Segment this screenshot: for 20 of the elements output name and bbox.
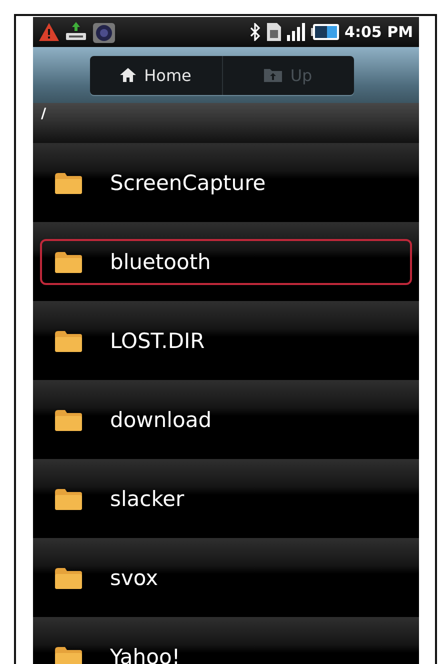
folder-icon — [55, 172, 82, 194]
folder-item[interactable]: bluetooth — [40, 239, 412, 285]
folder-icon — [55, 488, 82, 510]
home-icon — [120, 68, 136, 82]
sim-card-icon — [266, 23, 281, 41]
battery-icon — [310, 24, 339, 40]
usb-icon — [65, 22, 87, 42]
camera-icon — [93, 21, 115, 43]
home-button[interactable]: Home — [90, 56, 222, 94]
folder-icon — [55, 410, 82, 430]
folder-up-icon — [264, 68, 282, 82]
folder-icon — [55, 252, 82, 272]
warning-icon — [39, 23, 59, 41]
signal-icon — [286, 23, 305, 41]
folder-icon — [55, 568, 82, 588]
folder-icon — [55, 646, 82, 664]
clock-time: 4:05 PM — [344, 23, 413, 41]
bluetooth-icon — [248, 23, 261, 41]
current-path: / — [40, 105, 46, 122]
folder-icon — [55, 330, 82, 352]
